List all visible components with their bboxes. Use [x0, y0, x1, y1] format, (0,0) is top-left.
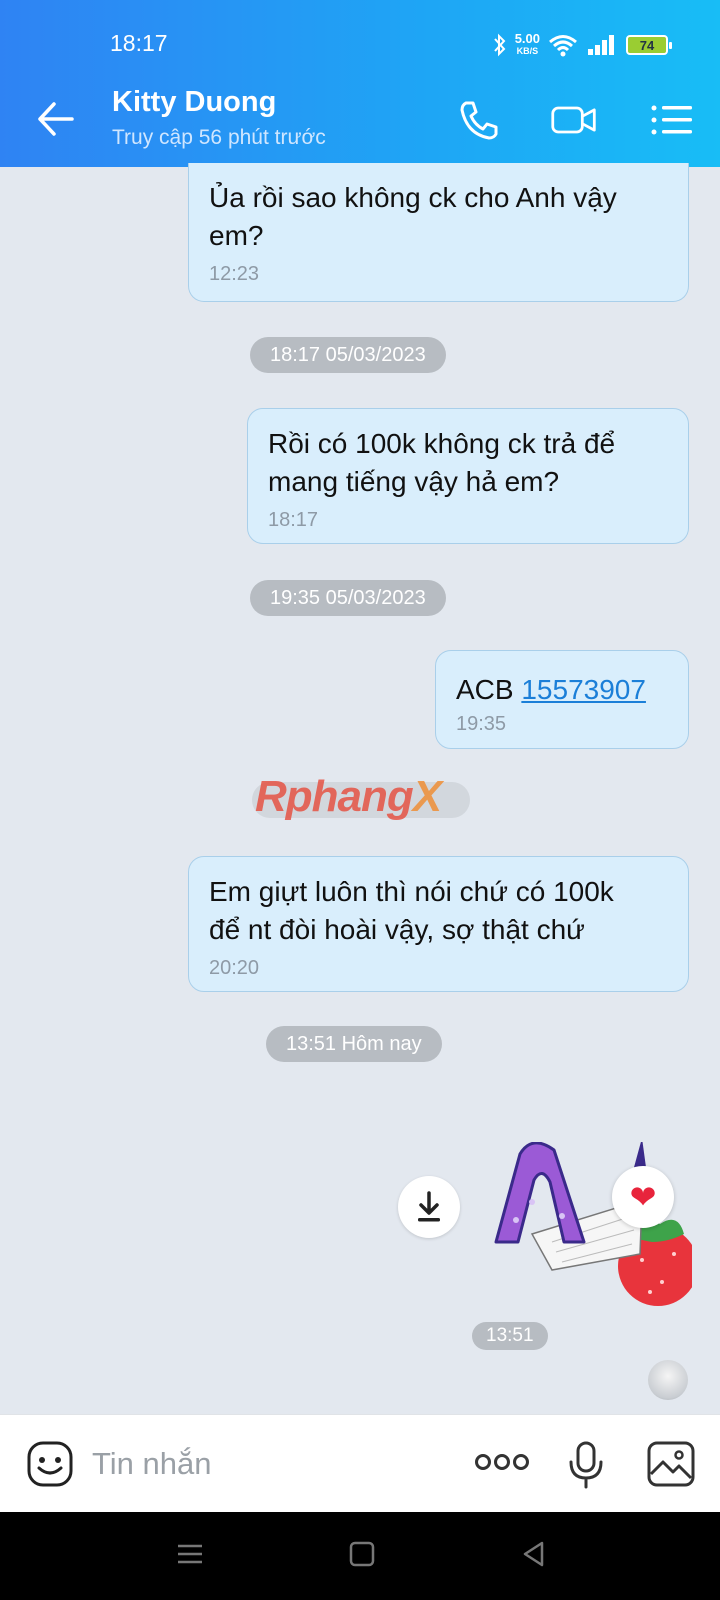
battery-indicator: 74 [626, 35, 672, 55]
heart-icon: ❤ [629, 1179, 657, 1215]
message-time: 20:20 [209, 957, 260, 979]
message-bubble[interactable]: Ủa rồi sao không ck cho Anh vậy em? 12:2… [188, 163, 689, 302]
message-bubble[interactable]: Em giựt luôn thì nói chứ có 100k để nt đ… [188, 856, 689, 992]
sticker-time: 13:51 [472, 1322, 548, 1350]
reaction-button[interactable]: ❤ [612, 1166, 674, 1228]
battery-level: 74 [639, 37, 655, 53]
account-number-link[interactable]: 15573907 [521, 674, 646, 705]
wifi-icon [549, 35, 577, 57]
message-text: ACB 15573907 [456, 671, 668, 709]
microphone-icon[interactable] [566, 1440, 606, 1490]
watermark-logo: RphangX [255, 772, 442, 822]
message-time: 18:17 [268, 509, 319, 531]
status-icons: 5.00 KB/S 74 [493, 30, 672, 60]
back-nav-icon[interactable] [520, 1540, 548, 1568]
message-text: Em giựt luôn thì nói chứ có 100k để nt đ… [209, 876, 614, 945]
watermark-part2: X [412, 772, 442, 821]
net-speed-value: 5.00 [514, 31, 540, 46]
message-text: Ủa rồi sao không ck cho Anh vậy em? [209, 182, 617, 251]
watermark-part1: Rphang [255, 772, 414, 821]
more-dots-icon[interactable] [474, 1452, 530, 1472]
message-bubble[interactable]: ACB 15573907 19:35 [435, 650, 689, 749]
last-seen-status: Truy cập 56 phút trước [112, 126, 326, 149]
image-icon[interactable] [646, 1440, 696, 1488]
app-header: 18:17 5.00 KB/S 74 Kitty Duong Truy cập … [0, 0, 720, 167]
net-speed-unit: KB/S [516, 46, 539, 56]
net-speed: 5.00 KB/S [514, 31, 540, 57]
recent-apps-icon[interactable] [176, 1540, 204, 1568]
download-icon [418, 1191, 440, 1222]
phone-icon[interactable] [456, 98, 504, 142]
date-separator: 13:51 Hôm nay [266, 1026, 442, 1062]
date-separator: 18:17 05/03/2023 [250, 337, 446, 373]
message-text: Rồi có 100k không ck trả để mang tiếng v… [268, 428, 616, 497]
download-button[interactable] [398, 1176, 460, 1238]
status-time: 18:17 [110, 30, 168, 56]
date-separator: 19:35 05/03/2023 [250, 580, 446, 616]
message-prefix: ACB [456, 674, 522, 705]
sticker-image[interactable] [492, 1142, 692, 1314]
home-icon[interactable] [348, 1540, 376, 1568]
video-camera-icon[interactable] [550, 98, 598, 142]
message-input[interactable]: Tin nhắn [92, 1446, 212, 1482]
seen-avatar [648, 1360, 688, 1400]
message-time: 19:35 [456, 713, 507, 735]
emoji-face-icon[interactable] [26, 1440, 74, 1488]
signal-icon [588, 35, 614, 55]
bluetooth-icon [493, 33, 506, 57]
message-time: 12:23 [209, 263, 260, 285]
back-arrow-icon[interactable] [32, 98, 80, 140]
contact-name: Kitty Duong [112, 86, 277, 118]
list-menu-icon[interactable] [648, 98, 696, 142]
message-bubble[interactable]: Rồi có 100k không ck trả để mang tiếng v… [247, 408, 689, 544]
